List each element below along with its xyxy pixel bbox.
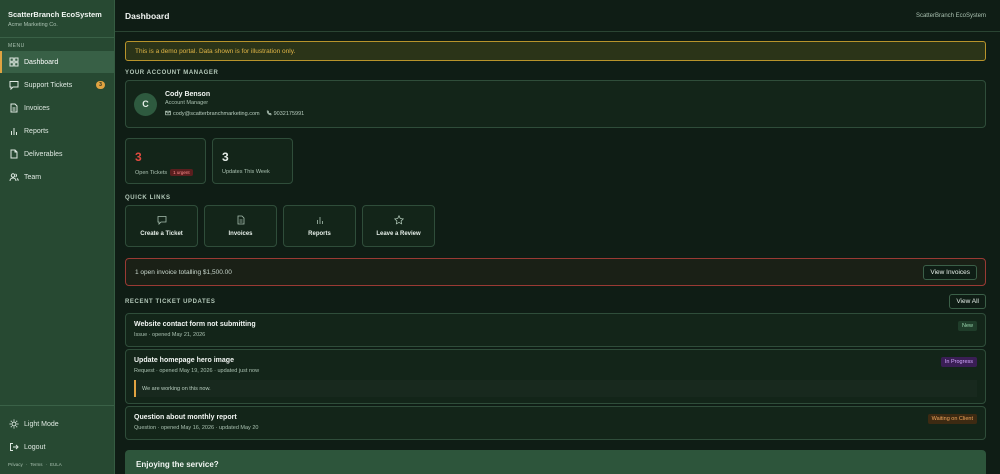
- legal-separator: ·: [25, 462, 28, 467]
- mail-icon: [165, 110, 171, 118]
- open-tickets-stat[interactable]: 3 Open Tickets 1 urgent: [125, 138, 206, 184]
- users-icon: [9, 172, 19, 182]
- urgent-badge: 1 urgent: [170, 169, 193, 176]
- open-invoice-alert: 1 open invoice totalling $1,500.00 View …: [125, 258, 986, 286]
- view-invoices-button[interactable]: View Invoices: [923, 264, 977, 280]
- bar-chart-icon: [315, 215, 325, 227]
- manager-phone-text: 9032175991: [273, 110, 305, 117]
- light-mode-toggle[interactable]: Light Mode: [0, 413, 114, 435]
- menu-label: MENU: [8, 43, 25, 49]
- sidebar-item-team[interactable]: Team: [0, 166, 114, 188]
- open-invoice-text: 1 open invoice totalling $1,500.00: [135, 268, 232, 276]
- star-icon: [393, 214, 404, 227]
- updates-label: Updates This Week: [222, 169, 270, 175]
- ticket-title: Update homepage hero image: [134, 357, 234, 364]
- status-badge: Waiting on Client: [927, 414, 977, 424]
- ticket-row[interactable]: Question about monthly report Question ·…: [125, 406, 986, 440]
- account-manager-card: C Cody Benson Account Manager cody@scatt…: [125, 80, 986, 128]
- ticket-title: Website contact form not submitting: [134, 321, 256, 328]
- recent-updates-heading: RECENT TICKET UPDATES: [125, 298, 216, 305]
- manager-name: Cody Benson: [165, 90, 211, 98]
- ticket-row[interactable]: Update homepage hero image Request · ope…: [125, 349, 986, 404]
- sidebar-item-deliverables[interactable]: Deliverables: [0, 143, 114, 165]
- bar-chart-icon: [9, 126, 19, 136]
- quick-link-label: Reports: [308, 231, 331, 237]
- updates-stat[interactable]: 3 Updates This Week: [212, 138, 293, 184]
- view-all-button[interactable]: View All: [949, 294, 986, 309]
- sidebar-footer: Light Mode Logout Privacy · Terms · EULA: [0, 405, 114, 474]
- page-title: Dashboard: [125, 10, 170, 21]
- sidebar-item-label: Deliverables: [24, 150, 63, 158]
- eula-link[interactable]: EULA: [50, 462, 62, 467]
- light-mode-label: Light Mode: [24, 420, 59, 428]
- quick-links: Create a Ticket Invoices Reports Leave a…: [125, 205, 986, 247]
- document-icon: [9, 103, 19, 113]
- ticket-meta: Issue · opened May 21, 2026: [134, 332, 206, 338]
- updates-value: 3: [222, 150, 229, 164]
- sidebar: ScatterBranch EcoSystem Acme Marketing C…: [0, 0, 115, 474]
- manager-phone[interactable]: 9032175991: [266, 109, 305, 118]
- file-icon: [9, 149, 19, 159]
- quick-link-leave-review[interactable]: Leave a Review: [362, 205, 435, 247]
- manager-email-text: cody@scatterbranchmarketing.com: [173, 110, 260, 117]
- stats-row: 3 Open Tickets 1 urgent 3 Updates This W…: [125, 138, 986, 184]
- quick-link-label: Leave a Review: [376, 231, 421, 237]
- sidebar-item-reports[interactable]: Reports: [0, 120, 114, 142]
- logout-icon: [9, 442, 19, 452]
- document-icon: [236, 215, 246, 227]
- avatar: C: [134, 92, 157, 116]
- quick-links-heading: QUICK LINKS: [125, 195, 171, 201]
- sidebar-item-dashboard[interactable]: Dashboard: [0, 51, 114, 73]
- brand-subtitle: Acme Marketing Co.: [8, 22, 58, 28]
- ticket-latest-note: We are working on this now.: [134, 380, 977, 397]
- sidebar-item-label: Support Tickets: [24, 81, 73, 89]
- ticket-meta: Question · opened May 16, 2026 · updated…: [134, 425, 259, 431]
- sun-icon: [9, 419, 19, 429]
- legal-links: Privacy · Terms · EULA: [8, 462, 114, 467]
- review-prompt-title: Enjoying the service?: [136, 460, 219, 469]
- ticket-count-badge: 3: [96, 81, 105, 89]
- ticket-meta: Request · opened May 19, 2026 · updated …: [134, 368, 260, 374]
- quick-link-reports[interactable]: Reports: [283, 205, 356, 247]
- logout-button[interactable]: Logout: [0, 436, 114, 458]
- top-bar: Dashboard ScatterBranch EcoSystem: [115, 0, 1000, 32]
- privacy-link[interactable]: Privacy: [8, 462, 23, 467]
- phone-icon: [266, 109, 272, 118]
- manager-role: Account Manager: [165, 99, 209, 106]
- sidebar-item-label: Invoices: [24, 104, 50, 112]
- open-tickets-label: Open Tickets: [135, 169, 168, 176]
- review-prompt-card: Enjoying the service?: [125, 450, 986, 474]
- chat-icon: [157, 215, 167, 227]
- quick-link-invoices[interactable]: Invoices: [204, 205, 277, 247]
- grid-icon: [9, 57, 19, 67]
- account-manager-heading: YOUR ACCOUNT MANAGER: [125, 70, 219, 76]
- quick-link-label: Invoices: [228, 231, 253, 237]
- sidebar-item-label: Team: [24, 173, 42, 181]
- status-badge: In Progress: [940, 357, 977, 367]
- demo-notice: This is a demo portal. Data shown is for…: [125, 41, 986, 61]
- brand-name: ScatterBranch EcoSystem: [8, 10, 102, 19]
- open-tickets-value: 3: [135, 150, 142, 164]
- recent-updates-header: RECENT TICKET UPDATES View All: [125, 294, 986, 309]
- ticket-row[interactable]: Website contact form not submitting Issu…: [125, 313, 986, 347]
- quick-link-label: Create a Ticket: [140, 231, 183, 237]
- ticket-title: Question about monthly report: [134, 414, 237, 421]
- brand: ScatterBranch EcoSystem Acme Marketing C…: [0, 0, 114, 38]
- sidebar-item-support-tickets[interactable]: Support Tickets 3: [0, 74, 114, 96]
- sidebar-item-label: Dashboard: [24, 58, 59, 66]
- terms-link[interactable]: Terms: [30, 462, 42, 467]
- app-name: ScatterBranch EcoSystem: [915, 12, 986, 19]
- main-content: This is a demo portal. Data shown is for…: [125, 41, 986, 474]
- quick-link-create-ticket[interactable]: Create a Ticket: [125, 205, 198, 247]
- logout-label: Logout: [24, 443, 46, 451]
- sidebar-item-label: Reports: [24, 127, 49, 135]
- chat-icon: [9, 80, 19, 90]
- manager-email[interactable]: cody@scatterbranchmarketing.com: [165, 110, 260, 118]
- status-badge: New: [957, 321, 977, 331]
- sidebar-item-invoices[interactable]: Invoices: [0, 97, 114, 119]
- legal-separator: ·: [45, 462, 48, 467]
